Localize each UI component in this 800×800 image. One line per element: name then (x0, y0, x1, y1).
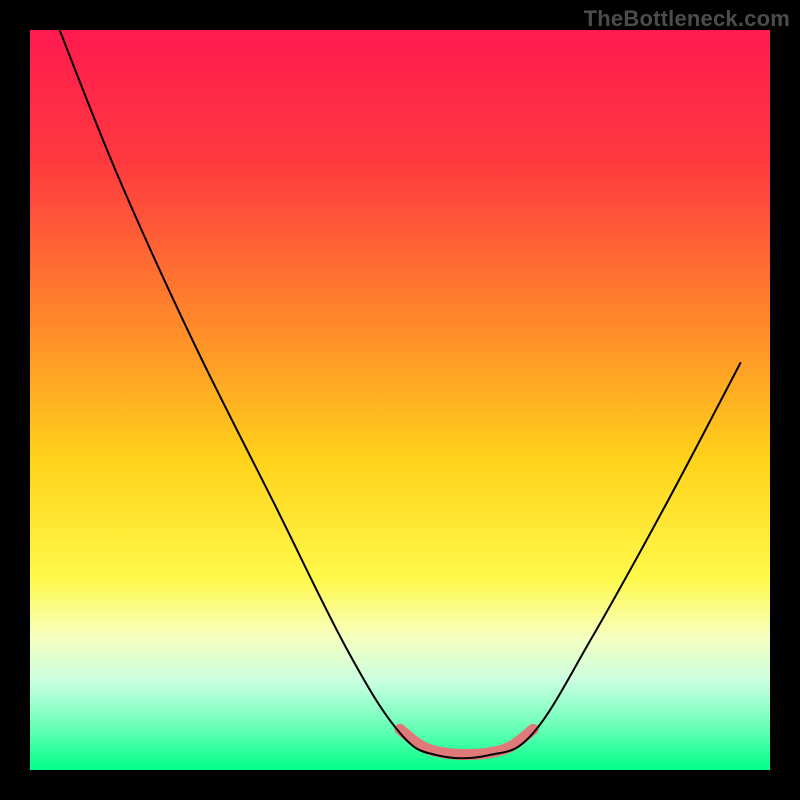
plot-background (30, 30, 770, 770)
bottleneck-chart (0, 0, 800, 800)
chart-frame: TheBottleneck.com (0, 0, 800, 800)
watermark-text: TheBottleneck.com (584, 6, 790, 32)
